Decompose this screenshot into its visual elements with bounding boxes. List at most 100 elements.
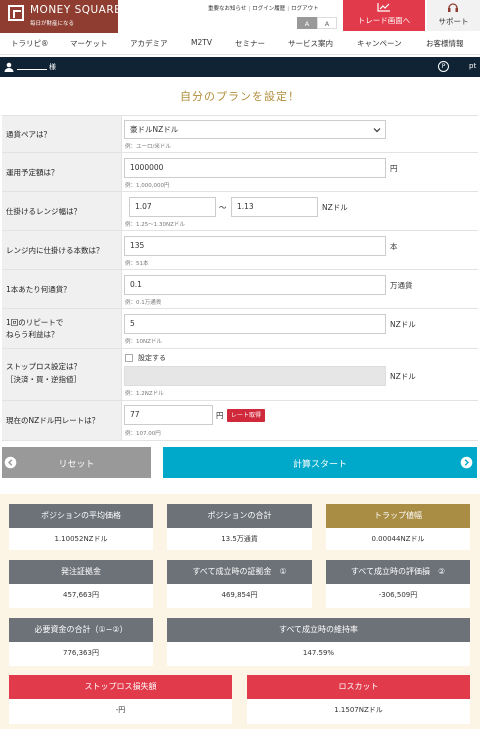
- points-label: pt: [469, 62, 477, 70]
- rate-unit: 円: [216, 411, 224, 420]
- chevron-right-circle-icon: [460, 456, 473, 469]
- stoploss-label-line2: ［決済・買・逆指値］: [6, 375, 81, 384]
- font-size-large-button[interactable]: A: [317, 17, 337, 29]
- profit-row: 1回のリピートで ねらう利益は？ 5 NZドル 例：10NZドル: [2, 309, 478, 349]
- calculate-label: 計算スタート: [292, 460, 347, 470]
- site-header: MONEY SQUARE 毎日が財産になる 重要なお知らせ | ログイン履歴 | ログア…: [0, 0, 480, 33]
- range-tilde: 〜: [219, 203, 227, 212]
- funds-label: 運用予定額は？: [6, 168, 59, 177]
- size-label: 1本あたり何通貨？: [6, 285, 71, 294]
- nav-item-services[interactable]: サービス案内: [288, 38, 333, 49]
- stoploss-unit: NZドル: [390, 372, 416, 381]
- chevron-down-icon: [373, 128, 381, 133]
- currency-pair-example: 例：ユーロ/米ドル: [125, 144, 171, 150]
- maintenance-rate-value: 147.59%: [302, 649, 335, 657]
- login-history-link[interactable]: ログイン履歴: [252, 6, 285, 12]
- range-from-input[interactable]: 1.07: [129, 197, 216, 217]
- trap-width-title: トラップ値幅: [326, 504, 470, 528]
- count-input[interactable]: 135: [124, 236, 386, 256]
- funds-example: 例：1,000,000円: [125, 183, 170, 189]
- chart-icon: [377, 3, 390, 12]
- profit-label-line1: 1回のリピートで: [6, 318, 64, 327]
- all-filled-loss-title: すべて成立時の評価損 ②: [326, 560, 470, 584]
- profit-example: 例：10NZドル: [125, 339, 162, 345]
- nav-item-customer-info[interactable]: お客様情報: [426, 38, 464, 49]
- reset-button[interactable]: リセット: [2, 447, 151, 478]
- support-button[interactable]: サポート: [427, 0, 480, 31]
- count-example: 例：51本: [125, 261, 149, 267]
- profit-unit: NZドル: [390, 320, 416, 329]
- funds-input[interactable]: 1000000: [124, 158, 386, 178]
- important-notice-link[interactable]: 重要なお知らせ: [208, 6, 246, 12]
- points-icon: P: [438, 61, 449, 72]
- calculate-button[interactable]: 計算スタート: [163, 447, 477, 478]
- stoploss-amount-title: ストップロス損失額: [9, 675, 232, 699]
- trade-screen-button[interactable]: トレード画面へ: [343, 0, 425, 31]
- range-label: 仕掛けるレンジ幅は？: [6, 207, 81, 216]
- trap-width-card: トラップ値幅 0.00044NZドル: [326, 504, 470, 550]
- range-to-input[interactable]: 1.13: [231, 197, 318, 217]
- all-filled-margin-value: 469,854円: [221, 591, 258, 599]
- position-total-card: ポジションの合計 13.5万通貨: [167, 504, 312, 550]
- range-example: 例：1.25〜1.30NZドル: [125, 222, 185, 228]
- user-name: [17, 62, 47, 70]
- logo-name: MONEY SQUARE: [30, 4, 122, 16]
- stoploss-amount-value: -円: [115, 706, 126, 714]
- rate-example: 例：107.00円: [125, 431, 161, 437]
- reset-label: リセット: [58, 460, 95, 470]
- position-total-value: 13.5万通貨: [221, 535, 258, 543]
- nav-item-campaign[interactable]: キャンペーン: [357, 38, 402, 49]
- count-row: レンジ内に仕掛ける本数は？ 135 本 例：51本: [2, 231, 478, 270]
- headset-icon: [448, 3, 458, 12]
- logout-link[interactable]: ログアウト: [291, 6, 319, 12]
- range-unit: NZドル: [322, 203, 348, 212]
- size-example: 例：0.1万通貨: [125, 300, 162, 306]
- size-input[interactable]: 0.1: [124, 275, 386, 295]
- nav-item-market[interactable]: マーケット: [70, 38, 108, 49]
- results-panel: ポジションの平均価格 1.10052NZドル ポジションの合計 13.5万通貨 …: [0, 494, 480, 729]
- stoploss-input[interactable]: [124, 366, 386, 386]
- profit-input[interactable]: 5: [124, 314, 386, 334]
- losscut-value: 1.1507NZドル: [334, 706, 383, 714]
- nav-item-academia[interactable]: アカデミア: [130, 38, 168, 49]
- count-label: レンジ内に仕掛ける本数は？: [6, 246, 104, 255]
- currency-pair-select[interactable]: 豪ドルNZドル: [124, 120, 386, 139]
- stoploss-checkbox-label: 設定する: [138, 354, 166, 362]
- rate-row: 現在のNZドル円レートは？ 77 円 レート取得 例：107.00円: [2, 401, 478, 441]
- get-rate-button[interactable]: レート取得: [227, 409, 266, 422]
- all-filled-margin-title: すべて成立時の証拠金 ①: [167, 560, 312, 584]
- count-unit: 本: [390, 242, 398, 251]
- user-bar: 様 P pt: [0, 57, 480, 77]
- order-margin-title: 発注証拠金: [9, 560, 153, 584]
- range-row: 仕掛けるレンジ幅は？ 1.07 〜 1.13 NZドル 例：1.25〜1.30N…: [2, 192, 478, 231]
- rate-input[interactable]: 77: [124, 405, 213, 425]
- stoploss-amount-card: ストップロス損失額 -円: [9, 675, 232, 724]
- order-margin-value: 457,663円: [63, 591, 99, 599]
- order-margin-card: 発注証拠金 457,663円: [9, 560, 153, 608]
- required-funds-value: 776,363円: [63, 649, 99, 657]
- maintenance-rate-card: すべて成立時の維持率 147.59%: [167, 618, 470, 666]
- page-title: 自分のプランを設定！: [180, 90, 300, 103]
- nav-item-seminar[interactable]: セミナー: [235, 38, 265, 49]
- losscut-card: ロスカット 1.1507NZドル: [247, 675, 470, 724]
- position-total-title: ポジションの合計: [167, 504, 312, 528]
- required-funds-card: 必要資金の合計（①−②） 776,363円: [9, 618, 153, 666]
- stoploss-example: 例：1.2NZドル: [125, 391, 164, 397]
- site-logo[interactable]: MONEY SQUARE 毎日が財産になる: [0, 0, 122, 33]
- all-filled-loss-value: -306,509円: [378, 591, 418, 599]
- maintenance-rate-title: すべて成立時の維持率: [167, 618, 470, 642]
- funds-row: 運用予定額は？ 1000000 円 例：1,000,000円: [2, 153, 478, 192]
- font-size-small-button[interactable]: A: [297, 17, 317, 29]
- main-nav: トラリピ® マーケット アカデミア M2TV セミナー サービス案内 キャンペー…: [0, 33, 480, 55]
- nav-item-m2tv[interactable]: M2TV: [191, 38, 212, 47]
- size-row: 1本あたり何通貨？ 0.1 万通貨 例：0.1万通貨: [2, 270, 478, 309]
- currency-pair-row: 通貨ペアは？ 豪ドルNZドル 例：ユーロ/米ドル: [2, 115, 478, 153]
- avg-price-card: ポジションの平均価格 1.10052NZドル: [9, 504, 153, 550]
- user-honorific: 様: [49, 63, 56, 71]
- stoploss-checkbox[interactable]: [125, 354, 133, 362]
- logo-mark-icon: [8, 5, 24, 21]
- all-filled-margin-card: すべて成立時の証拠金 ① 469,854円: [167, 560, 312, 608]
- avg-price-value: 1.10052NZドル: [54, 535, 108, 543]
- losscut-title: ロスカット: [247, 675, 470, 699]
- nav-item-trarepi[interactable]: トラリピ®: [11, 38, 49, 49]
